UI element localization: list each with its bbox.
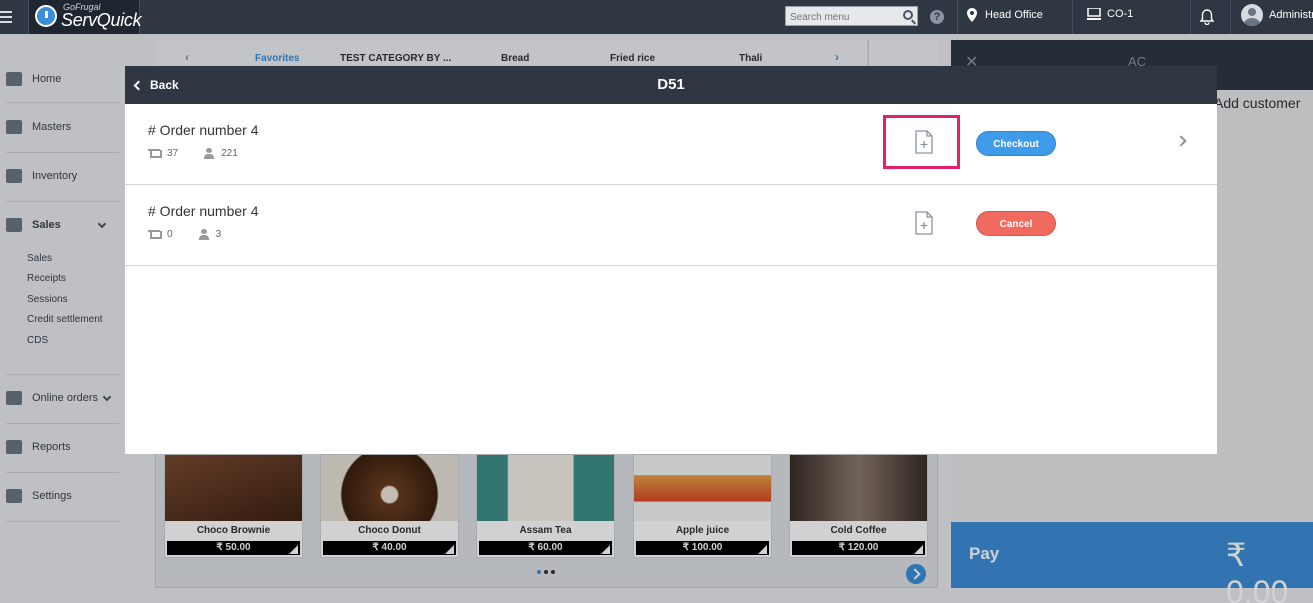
location-selector[interactable]: Head Office [967, 8, 1043, 22]
hamburger-menu-icon[interactable] [0, 8, 16, 26]
order-meta: 0 3 [148, 229, 221, 240]
highlight-box [883, 115, 960, 169]
divider [1230, 0, 1231, 34]
divider [957, 0, 958, 34]
order-count: 37 [167, 148, 179, 159]
divider [1190, 0, 1191, 34]
order-row[interactable]: # Order number 4 0 3 Cancel [125, 185, 1217, 266]
order-row[interactable]: # Order number 4 37 221 Checkout [125, 104, 1217, 185]
person-icon [204, 148, 215, 159]
order-count: 0 [167, 229, 173, 240]
notification-bell-icon[interactable] [1199, 9, 1215, 30]
person-icon [198, 229, 209, 240]
user-name: Administr [1269, 9, 1313, 21]
table-icon [148, 148, 162, 159]
checkout-button[interactable]: Checkout [976, 131, 1056, 156]
modal-title: D51 [657, 76, 685, 93]
add-document-icon[interactable] [915, 211, 933, 235]
order-meta: 37 221 [148, 148, 238, 159]
guest-count: 3 [215, 229, 222, 240]
computer-icon [1087, 8, 1101, 20]
chevron-right-icon[interactable] [1175, 135, 1187, 147]
logo-clock-icon [35, 5, 57, 27]
guest-count: 221 [221, 148, 238, 159]
location-pin-icon [967, 8, 977, 22]
search-icon[interactable] [903, 10, 913, 20]
divider [1072, 0, 1073, 34]
search-menu-box[interactable] [785, 6, 918, 27]
counter-selector[interactable]: CO-1 [1087, 8, 1133, 20]
cancel-button[interactable]: Cancel [976, 211, 1056, 236]
modal-header: Back D51 [125, 66, 1217, 104]
search-menu-input[interactable] [786, 8, 896, 27]
table-icon [148, 229, 162, 240]
logo-brand-main: ServQuick [61, 10, 142, 30]
order-title: # Order number 4 [148, 122, 259, 138]
location-label: Head Office [985, 9, 1043, 21]
avatar-icon [1241, 4, 1263, 26]
counter-label: CO-1 [1107, 8, 1134, 20]
servquick-logo: GoFrugal ServQuick [28, 0, 142, 34]
user-menu[interactable]: Administr [1241, 4, 1313, 26]
help-icon[interactable]: ? [930, 10, 944, 24]
table-orders-modal: Back D51 # Order number 4 37 221 Checkou… [125, 66, 1217, 454]
order-title: # Order number 4 [148, 203, 259, 219]
top-bar: GoFrugal ServQuick ? Head Office CO-1 Ad… [0, 0, 1313, 34]
